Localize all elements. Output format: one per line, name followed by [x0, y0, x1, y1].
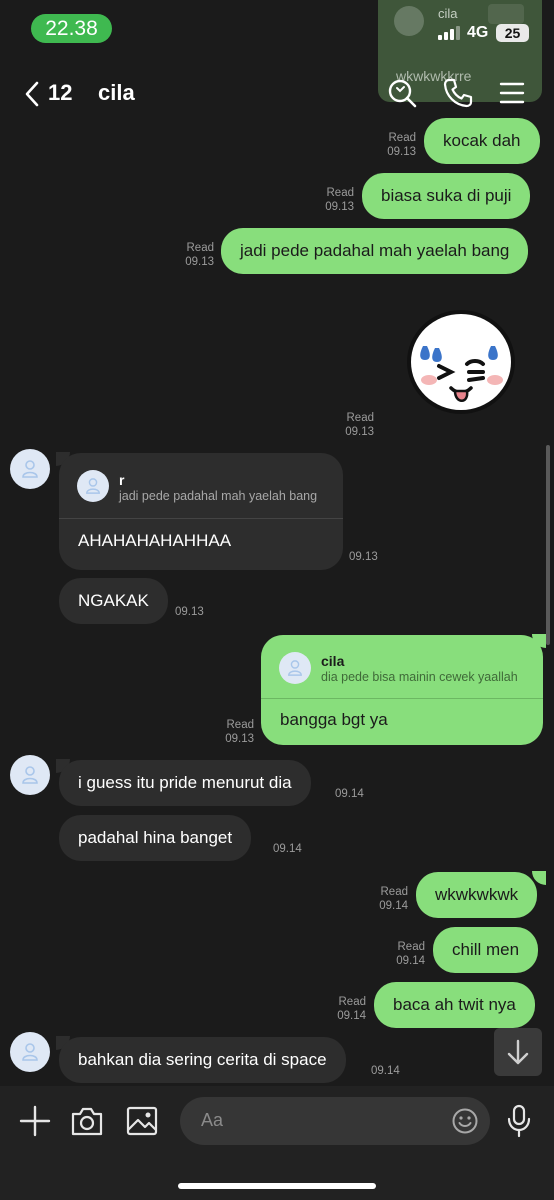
read-receipt: Read: [326, 187, 355, 199]
message-time: 09.14: [379, 900, 408, 912]
search-icon[interactable]: [385, 76, 419, 110]
reply-quote: jadi pede padahal mah yaelah bang: [119, 489, 318, 503]
read-receipt: Read: [346, 412, 375, 424]
phone-icon[interactable]: [441, 76, 475, 110]
preview-badge: [488, 4, 524, 24]
status-time: 22.38: [31, 14, 112, 43]
message-text: bangga bgt ya: [280, 710, 388, 729]
arrow-down-icon: [507, 1039, 529, 1065]
outgoing-message[interactable]: wkwkwkwk: [416, 872, 538, 918]
avatar[interactable]: [10, 755, 50, 795]
read-receipt: Read: [186, 242, 215, 254]
chat-title: cila: [98, 80, 135, 105]
battery-indicator: 25: [496, 24, 529, 42]
read-receipt: Read: [388, 132, 417, 144]
reply-quote: dia pede bisa mainin cewek yaallah: [321, 670, 518, 684]
back-chevron-icon[interactable]: [22, 80, 42, 108]
message-time: 09.14: [337, 1010, 366, 1022]
message-time: 09.13: [185, 256, 214, 268]
scroll-to-bottom-button[interactable]: [494, 1028, 542, 1076]
home-indicator: [178, 1183, 376, 1189]
message-time: 09.13: [325, 201, 354, 213]
message-time: 09.14: [335, 788, 364, 800]
plus-icon[interactable]: [18, 1104, 52, 1138]
microphone-icon[interactable]: [506, 1104, 532, 1138]
preview-name: cila: [438, 6, 458, 21]
camera-icon[interactable]: [70, 1104, 104, 1138]
message-text: AHAHAHAHAHHAA: [78, 531, 232, 550]
incoming-message[interactable]: NGAKAK: [59, 578, 168, 624]
outgoing-message[interactable]: kocak dah: [424, 118, 540, 164]
message-input[interactable]: [180, 1097, 490, 1145]
image-icon[interactable]: [125, 1104, 159, 1138]
message-time: 09.13: [175, 606, 204, 618]
read-receipt: Read: [226, 719, 255, 731]
message-time: 09.13: [225, 733, 254, 745]
message-time: 09.14: [273, 843, 302, 855]
incoming-message[interactable]: i guess itu pride menurut dia: [59, 760, 311, 806]
message-input-placeholder: Aa: [201, 1110, 224, 1130]
reply-divider: [59, 518, 343, 519]
incoming-message[interactable]: padahal hina banget: [59, 815, 252, 861]
avatar[interactable]: [10, 1032, 50, 1072]
message-time: 09.14: [396, 955, 425, 967]
message-time: 09.13: [345, 426, 374, 438]
outgoing-reply-message[interactable]: cila dia pede bisa mainin cewek yaallah …: [261, 635, 543, 745]
message-time: 09.14: [371, 1065, 400, 1077]
wink-sticker[interactable]: [405, 308, 517, 416]
outgoing-message[interactable]: chill men: [433, 927, 539, 973]
incoming-message[interactable]: bahkan dia sering cerita di space: [59, 1037, 346, 1083]
reply-avatar: [279, 652, 311, 684]
read-receipt: Read: [338, 996, 367, 1008]
signal-icon: [438, 26, 460, 40]
outgoing-message[interactable]: baca ah twit nya: [374, 982, 535, 1028]
read-receipt: Read: [397, 941, 426, 953]
incoming-reply-message[interactable]: r jadi pede padahal mah yaelah bang AHAH…: [59, 453, 343, 570]
read-receipt: Read: [380, 886, 409, 898]
preview-avatar: [394, 6, 424, 36]
emoji-icon[interactable]: [451, 1107, 479, 1135]
reply-sender: r: [119, 472, 125, 488]
network-type: 4G: [467, 24, 489, 41]
unread-count[interactable]: 12: [48, 80, 72, 106]
outgoing-message[interactable]: biasa suka di puji: [362, 173, 531, 219]
message-time: 09.13: [387, 146, 416, 158]
reply-divider: [261, 698, 543, 699]
reply-avatar: [77, 470, 109, 502]
message-time: 09.13: [349, 551, 378, 563]
menu-icon[interactable]: [495, 76, 529, 110]
avatar[interactable]: [10, 449, 50, 489]
reply-sender: cila: [321, 653, 345, 669]
outgoing-message[interactable]: jadi pede padahal mah yaelah bang: [221, 228, 529, 274]
scrollbar[interactable]: [546, 445, 550, 645]
